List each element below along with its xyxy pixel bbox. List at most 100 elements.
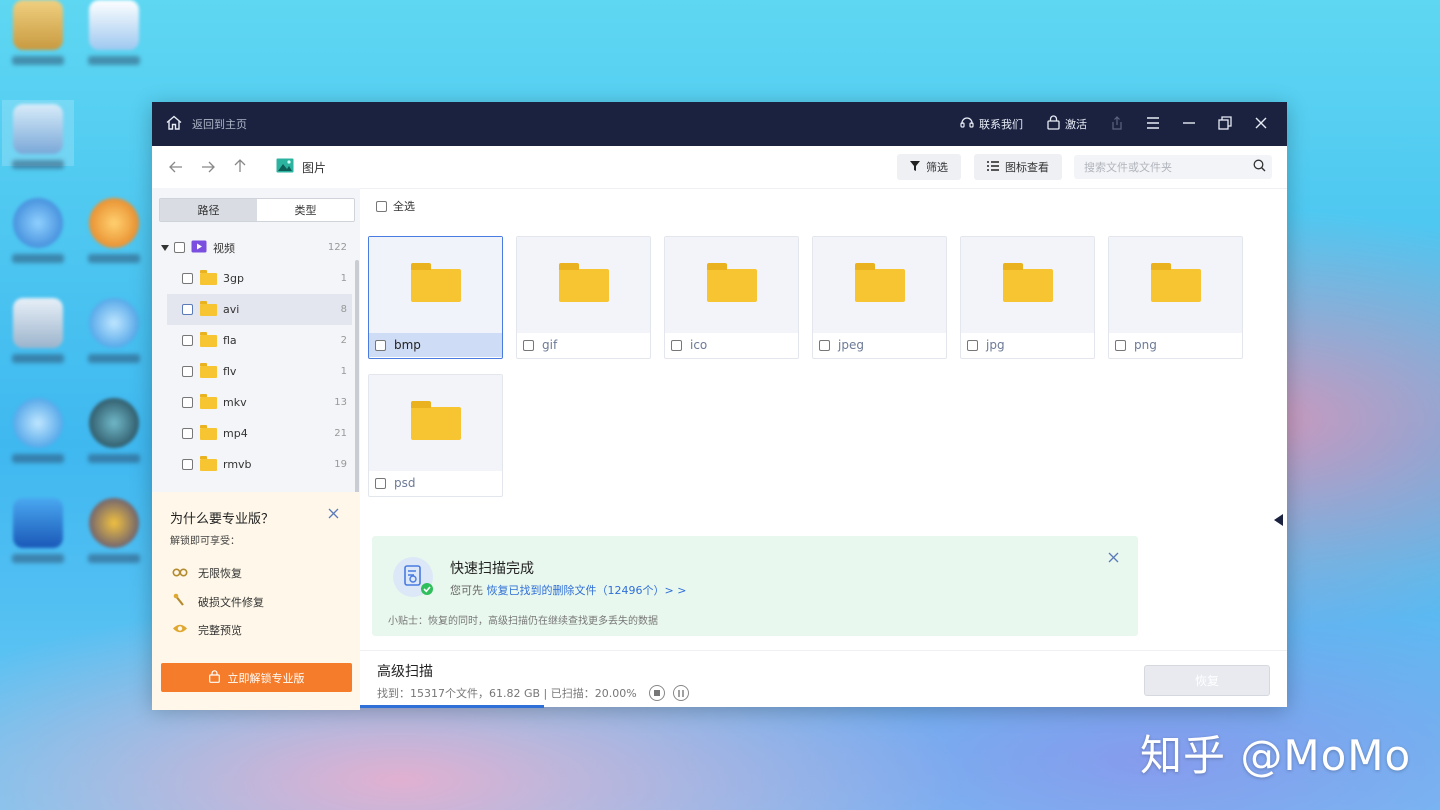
tree-item[interactable]: 3gp 1 <box>152 263 352 294</box>
desktop-icon[interactable] <box>2 398 74 463</box>
folder-icon <box>410 262 461 302</box>
lock-icon <box>208 669 220 686</box>
checkbox[interactable] <box>967 339 978 351</box>
back-button[interactable] <box>160 151 192 183</box>
folder-card[interactable]: jpg <box>960 236 1095 359</box>
forward-button[interactable] <box>192 151 224 183</box>
stop-scan-button[interactable] <box>648 685 665 701</box>
desktop-icon[interactable] <box>78 398 150 463</box>
folder-card[interactable]: gif <box>516 236 651 359</box>
activate-label: 激活 <box>1065 118 1087 131</box>
checkbox[interactable] <box>182 459 193 470</box>
collapse-panel-arrow-icon[interactable] <box>1274 514 1283 526</box>
tree-item[interactable]: mp4 21 <box>152 418 352 449</box>
desktop-icon[interactable] <box>2 0 74 65</box>
unlock-pro-button[interactable]: 立即解锁专业版 <box>161 663 352 692</box>
tree-label: 3gp <box>223 272 244 285</box>
filter-icon <box>910 160 920 174</box>
restore-button[interactable]: 恢复 <box>1144 665 1270 696</box>
scan-notice-close-button[interactable] <box>1108 548 1119 567</box>
desktop-icon[interactable] <box>78 0 150 65</box>
tree-count: 13 <box>334 397 347 408</box>
checkbox[interactable] <box>182 428 193 439</box>
desktop-icon[interactable] <box>2 198 74 263</box>
up-button[interactable] <box>224 151 256 183</box>
folder-name: bmp <box>394 338 421 352</box>
checkbox[interactable] <box>174 242 185 253</box>
breadcrumb[interactable]: 图片 <box>276 158 326 176</box>
checkbox[interactable] <box>182 273 193 284</box>
tree-label: rmvb <box>223 458 252 471</box>
tree-count: 2 <box>340 335 347 346</box>
tree-count: 1 <box>340 366 347 377</box>
tree-item[interactable]: mkv 13 <box>152 387 352 418</box>
search-input[interactable] <box>1074 159 1253 175</box>
share-icon <box>1110 115 1124 133</box>
tree-count: 122 <box>327 242 347 253</box>
activate-button[interactable]: 激活 <box>1039 110 1095 138</box>
file-area: 全选 bmp gif ico jpeg jpg png psd 快速扫描完成 您… <box>360 188 1287 708</box>
close-window-button[interactable] <box>1247 110 1275 138</box>
checkbox[interactable] <box>375 477 386 489</box>
checkbox[interactable] <box>1115 339 1126 351</box>
tree-item[interactable]: fla 2 <box>152 325 352 356</box>
share-button[interactable] <box>1103 110 1131 138</box>
toolbar: 图片 筛选 图标查看 <box>152 146 1287 189</box>
desktop-icon[interactable] <box>2 298 74 363</box>
select-all[interactable]: 全选 <box>376 198 415 214</box>
ie-browser-icon <box>89 298 139 348</box>
checkbox[interactable] <box>182 304 193 315</box>
view-mode-button[interactable]: 图标查看 <box>974 154 1062 180</box>
tab-type[interactable]: 类型 <box>257 199 354 221</box>
folder-card[interactable]: bmp <box>368 236 503 359</box>
tree-item[interactable]: avi 8 <box>167 294 352 325</box>
promo-close-button[interactable] <box>328 504 339 523</box>
folder-card[interactable]: jpeg <box>812 236 947 359</box>
title-bar: 返回到主页 联系我们 激活 <box>152 102 1287 146</box>
checkbox[interactable] <box>375 339 386 351</box>
tab-path[interactable]: 路径 <box>160 199 257 221</box>
promo-feature: 无限恢复 <box>172 565 242 581</box>
checkbox[interactable] <box>182 397 193 408</box>
picture-icon <box>276 158 294 176</box>
tree-item[interactable]: flv 1 <box>152 356 352 387</box>
folder-name: jpeg <box>838 338 864 352</box>
promo-feature: 破损文件修复 <box>172 593 264 610</box>
breadcrumb-label: 图片 <box>302 160 327 175</box>
desktop-icon[interactable] <box>78 198 150 263</box>
checkbox[interactable] <box>523 339 534 351</box>
restore-window-button[interactable] <box>1211 110 1239 138</box>
folder-card[interactable]: psd <box>368 374 503 497</box>
filter-button[interactable]: 筛选 <box>897 154 961 180</box>
checkbox[interactable] <box>376 200 387 212</box>
checkbox[interactable] <box>819 339 830 351</box>
feature-label: 完整预览 <box>198 624 242 637</box>
folder-card[interactable]: ico <box>664 236 799 359</box>
desktop-icon[interactable] <box>78 498 150 563</box>
minimize-button[interactable] <box>1175 110 1203 138</box>
home-label: 返回到主页 <box>192 118 247 131</box>
scan-document-icon <box>392 556 434 602</box>
promo-title: 为什么要专业版？ <box>170 512 275 527</box>
sidebar-scrollbar[interactable] <box>355 260 359 504</box>
desktop-icon[interactable] <box>2 100 74 169</box>
checkbox[interactable] <box>182 335 193 346</box>
tree-label: avi <box>223 303 240 316</box>
menu-button[interactable] <box>1139 110 1167 138</box>
desktop-icon[interactable] <box>2 498 74 563</box>
promo-subtitle: 解锁即可享受： <box>170 536 240 547</box>
contact-button[interactable]: 联系我们 <box>952 110 1031 138</box>
folder-card[interactable]: png <box>1108 236 1243 359</box>
home-button[interactable]: 返回到主页 <box>152 115 247 133</box>
checkbox[interactable] <box>671 339 682 351</box>
recover-found-link[interactable]: 恢复已找到的删除文件（12496个）> > <box>487 584 687 597</box>
desktop-icon[interactable] <box>78 298 150 363</box>
expand-arrow-icon[interactable] <box>161 244 169 251</box>
tree-item[interactable]: rmvb 19 <box>152 449 352 480</box>
folder-name: jpg <box>986 338 1005 352</box>
restore-window-icon <box>1218 115 1232 133</box>
pause-scan-button[interactable] <box>672 685 689 701</box>
checkbox[interactable] <box>182 366 193 377</box>
tree-root-video[interactable]: 视频 122 <box>152 232 352 263</box>
search-icon[interactable] <box>1253 159 1272 175</box>
